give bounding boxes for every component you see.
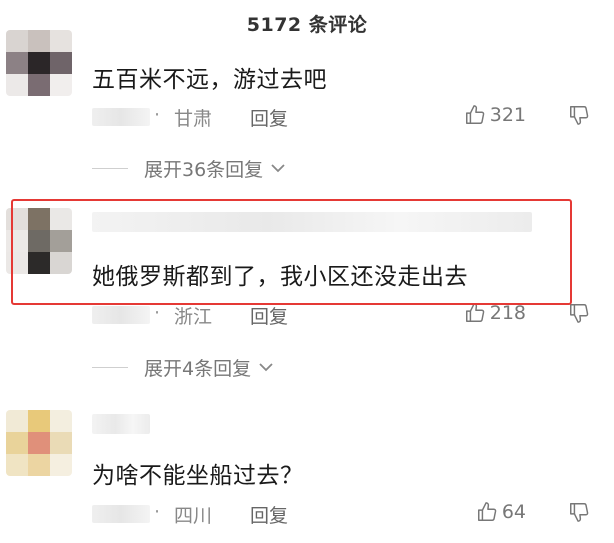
avatar[interactable] — [6, 410, 72, 476]
comment-text: 为啥不能坐船过去？ — [92, 463, 304, 489]
comment-meta: · 甘肃 回复 321 — [92, 104, 612, 130]
username-blurred — [92, 306, 150, 324]
location-label: 浙江 — [174, 306, 213, 328]
like-button[interactable]: 321 — [464, 104, 526, 126]
thumbs-up-icon — [464, 302, 486, 324]
location-label: 甘肃 — [174, 108, 213, 130]
expand-replies-label: 展开36条回复 — [144, 158, 264, 181]
dislike-button[interactable] — [568, 501, 590, 523]
like-button[interactable]: 64 — [476, 501, 526, 523]
reply-button[interactable]: 回复 — [250, 302, 288, 329]
comment-meta: · 四川 回复 64 — [92, 501, 612, 527]
thumbs-down-icon — [568, 104, 590, 126]
reply-button[interactable]: 回复 — [250, 104, 288, 131]
avatar[interactable] — [6, 30, 72, 96]
location-label: 四川 — [174, 505, 213, 527]
meta-separator: · — [154, 302, 161, 324]
comments-header: 5172 条评论 — [0, 0, 614, 44]
expand-divider — [92, 366, 128, 368]
comment-text: 五百米不远，游过去吧 — [92, 67, 327, 93]
comment-meta: · 浙江 回复 218 — [92, 302, 612, 328]
meta-separator: · — [154, 501, 161, 523]
username-blurred — [92, 108, 150, 126]
dislike-button[interactable] — [568, 302, 590, 324]
like-count: 321 — [489, 104, 526, 126]
expand-replies-label: 展开4条回复 — [144, 357, 252, 380]
chevron-down-icon — [269, 162, 287, 174]
expand-divider — [92, 167, 128, 169]
expand-replies-button[interactable]: 展开4条回复 — [92, 354, 275, 380]
like-button[interactable]: 218 — [464, 302, 526, 324]
thumbs-up-icon — [464, 104, 486, 126]
username-blurred — [92, 414, 150, 434]
comment-count-title: 5172 条评论 — [246, 14, 368, 36]
thumbs-down-icon — [568, 302, 590, 324]
reply-button[interactable]: 回复 — [250, 501, 288, 528]
thumbs-up-icon — [476, 501, 498, 523]
like-count: 64 — [501, 501, 526, 523]
expand-replies-button[interactable]: 展开36条回复 — [92, 155, 287, 181]
like-count: 218 — [489, 302, 526, 324]
username-blurred — [92, 505, 150, 523]
chevron-down-icon — [257, 361, 275, 373]
meta-separator: · — [154, 104, 161, 126]
highlight-box — [11, 199, 572, 305]
dislike-button[interactable] — [568, 104, 590, 126]
thumbs-down-icon — [568, 501, 590, 523]
